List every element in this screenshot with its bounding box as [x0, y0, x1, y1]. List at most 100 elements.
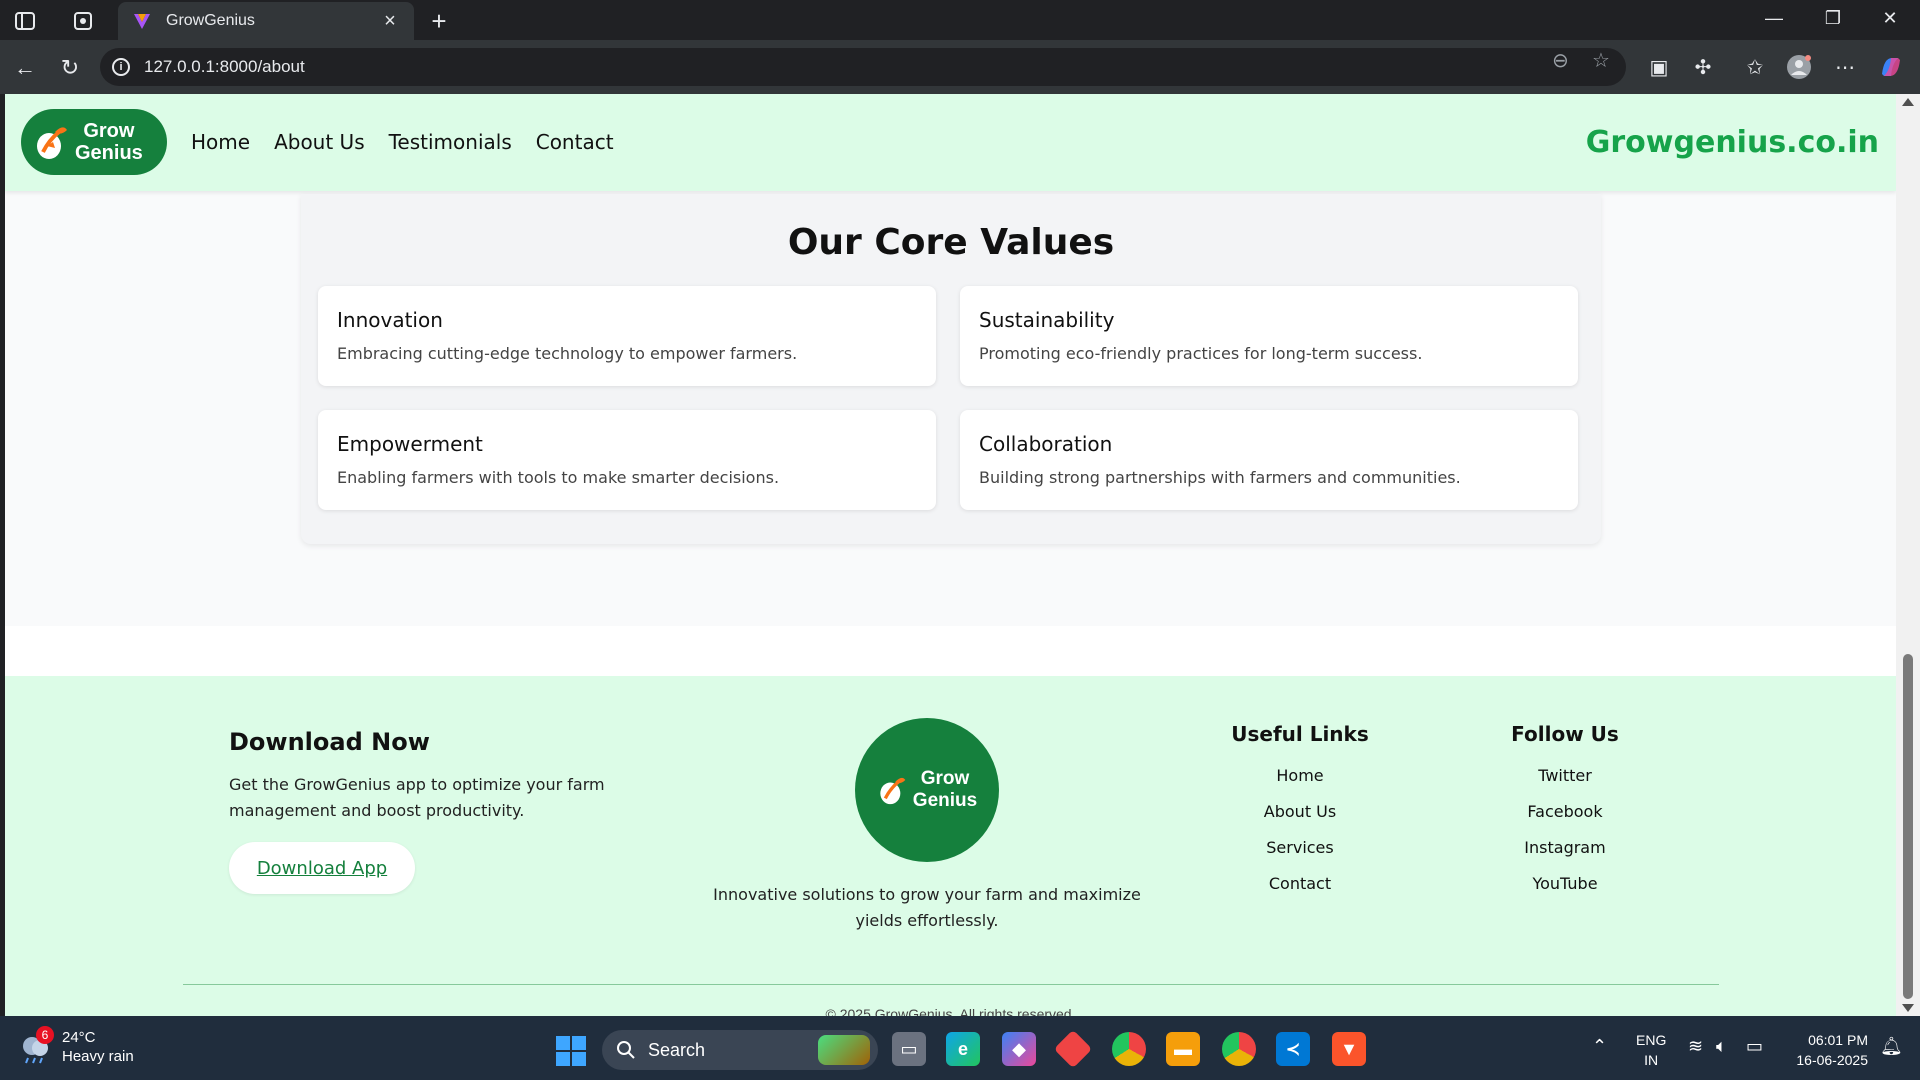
- clock-time: 06:01 PM: [1808, 1032, 1868, 1048]
- site-logo[interactable]: Grow Genius: [21, 109, 167, 175]
- value-card-text: Enabling farmers with tools to make smar…: [337, 468, 780, 487]
- value-card-title: Innovation: [337, 308, 443, 332]
- social-link-youtube[interactable]: YouTube: [1485, 866, 1645, 902]
- leaf-logo-icon: [37, 127, 67, 159]
- weather-alert-badge: 6: [36, 1026, 54, 1044]
- address-bar[interactable]: i 127.0.0.1:8000/about: [100, 48, 1626, 86]
- useful-links-title: Useful Links: [1231, 722, 1369, 746]
- close-window-icon[interactable]: ✕: [1870, 8, 1910, 29]
- minimize-icon[interactable]: —: [1754, 8, 1794, 29]
- zoom-icon[interactable]: ⊖: [1552, 48, 1569, 73]
- value-card-text: Promoting eco-friendly practices for lon…: [979, 344, 1423, 363]
- battery-icon[interactable]: ▭: [1746, 1036, 1763, 1057]
- notification-bell-icon[interactable]: 🔔︎: [1880, 1036, 1903, 1057]
- scroll-up-icon[interactable]: [1902, 98, 1914, 106]
- new-tab-icon[interactable]: +: [424, 6, 454, 37]
- value-card-sustainability: Sustainability Promoting eco-friendly pr…: [960, 286, 1578, 386]
- copilot-icon[interactable]: [1878, 54, 1904, 80]
- value-card-innovation: Innovation Embracing cutting-edge techno…: [318, 286, 936, 386]
- profile-avatar-icon[interactable]: [1786, 54, 1812, 80]
- workspaces-icon[interactable]: [70, 8, 96, 34]
- tab-title: GrowGenius: [166, 12, 255, 29]
- section-spacer: [5, 626, 1896, 676]
- social-link-instagram[interactable]: Instagram: [1485, 830, 1645, 866]
- search-highlight-icon: [818, 1035, 870, 1065]
- language-indicator[interactable]: ENG IN: [1636, 1030, 1666, 1070]
- footer-link-contact[interactable]: Contact: [1220, 866, 1380, 902]
- search-icon: [617, 1041, 635, 1059]
- follow-us-title: Follow Us: [1511, 722, 1619, 746]
- scrollbar-thumb[interactable]: [1903, 654, 1913, 999]
- footer-logo-line-1: Grow: [920, 768, 970, 789]
- site-header: Grow Genius Home About Us Testimonials C…: [5, 94, 1896, 191]
- page-viewport: Grow Genius Home About Us Testimonials C…: [5, 94, 1896, 1016]
- brave-icon[interactable]: ▼: [1332, 1032, 1366, 1066]
- wifi-icon[interactable]: ≋: [1688, 1036, 1703, 1057]
- split-screen-icon[interactable]: ▣: [1646, 54, 1672, 80]
- windows-start-icon[interactable]: [556, 1036, 586, 1066]
- nav-about-us[interactable]: About Us: [274, 130, 365, 154]
- more-options-icon[interactable]: ⋯: [1832, 54, 1858, 80]
- logo-line-2: Genius: [75, 142, 143, 164]
- value-card-empowerment: Empowerment Enabling farmers with tools …: [318, 410, 936, 510]
- copilot-app-icon[interactable]: ◆: [1002, 1032, 1036, 1066]
- search-label: Search: [648, 1039, 706, 1060]
- volume-icon[interactable]: 🔈︎: [1716, 1036, 1727, 1057]
- chrome-icon[interactable]: [1222, 1032, 1256, 1066]
- tab-close-icon[interactable]: ×: [380, 10, 400, 33]
- value-card-text: Building strong partnerships with farmer…: [979, 468, 1461, 487]
- footer-logo: Grow Genius: [855, 718, 999, 862]
- download-title: Download Now: [229, 728, 430, 756]
- footer-link-home[interactable]: Home: [1220, 758, 1380, 794]
- chrome-profile-icon[interactable]: [1112, 1032, 1146, 1066]
- weather-rain-icon: 6: [18, 1026, 54, 1064]
- download-app-button[interactable]: Download App: [229, 842, 415, 894]
- social-link-twitter[interactable]: Twitter: [1485, 758, 1645, 794]
- copyright-text: © 2025 GrowGenius. All rights reserved.: [825, 1006, 1076, 1016]
- footer-tagline: Innovative solutions to grow your farm a…: [713, 885, 1141, 930]
- language-code: ENG: [1636, 1032, 1667, 1048]
- nav-home[interactable]: Home: [191, 130, 250, 154]
- weather-widget[interactable]: 6 24°C Heavy rain: [18, 1026, 134, 1066]
- leaf-logo-icon: [880, 777, 906, 805]
- page-scrollbar[interactable]: [1896, 94, 1920, 1016]
- reload-icon[interactable]: ↻: [55, 53, 85, 83]
- tray-overflow-icon[interactable]: ⌃: [1592, 1036, 1607, 1057]
- core-values-title: Our Core Values: [787, 222, 1115, 263]
- scroll-down-icon[interactable]: [1902, 1004, 1914, 1012]
- sidebar-toggle-icon[interactable]: [12, 8, 38, 34]
- site-info-icon[interactable]: i: [112, 58, 130, 76]
- footer-logo-line-2: Genius: [912, 790, 978, 811]
- edge-browser-icon[interactable]: e: [946, 1032, 980, 1066]
- favorite-star-icon[interactable]: ☆: [1592, 48, 1610, 73]
- favorites-icon[interactable]: ✩: [1742, 54, 1768, 80]
- anydesk-icon[interactable]: [1053, 1029, 1093, 1069]
- download-description: Get the GrowGenius app to optimize your …: [229, 775, 605, 820]
- useful-links-column: Useful Links Home About Us Services Cont…: [1220, 722, 1380, 902]
- browser-toolbar: ← ↻ i 127.0.0.1:8000/about ⊖ ☆ ▣ ✣ ✩ ⋯: [0, 40, 1920, 94]
- active-tab[interactable]: GrowGenius ×: [118, 2, 414, 40]
- nav-testimonials[interactable]: Testimonials: [389, 130, 512, 154]
- task-view-icon[interactable]: ▭: [892, 1032, 926, 1066]
- taskbar-search[interactable]: Search: [602, 1030, 878, 1070]
- social-link-facebook[interactable]: Facebook: [1485, 794, 1645, 830]
- back-icon[interactable]: ←: [10, 53, 40, 83]
- footer-divider: [183, 984, 1719, 985]
- nav-contact[interactable]: Contact: [536, 130, 614, 154]
- taskbar-clock[interactable]: 06:01 PM 16-06-2025: [1796, 1030, 1868, 1070]
- value-card-title: Collaboration: [979, 432, 1113, 456]
- extensions-icon[interactable]: ✣: [1690, 54, 1716, 80]
- footer-link-about-us[interactable]: About Us: [1220, 794, 1380, 830]
- growgenius-favicon-icon: [134, 14, 150, 29]
- vscode-icon[interactable]: ≺: [1276, 1032, 1310, 1066]
- windows-taskbar: 6 24°C Heavy rain Search ▭ e ◆ ▬ ≺ ▼ ⌃ E…: [0, 1016, 1920, 1080]
- footer-link-services[interactable]: Services: [1220, 830, 1380, 866]
- core-values-section: Our Core Values Innovation Embracing cut…: [301, 194, 1601, 544]
- site-footer: Download Now Get the GrowGenius app to o…: [5, 676, 1896, 1016]
- main-nav: Home About Us Testimonials Contact: [191, 130, 614, 154]
- value-card-collaboration: Collaboration Building strong partnershi…: [960, 410, 1578, 510]
- file-explorer-icon[interactable]: ▬: [1166, 1032, 1200, 1066]
- restore-icon[interactable]: ❐: [1813, 8, 1853, 29]
- value-card-text: Embracing cutting-edge technology to emp…: [337, 344, 798, 363]
- browser-tab-bar: GrowGenius × + — ❐ ✕: [0, 0, 1920, 40]
